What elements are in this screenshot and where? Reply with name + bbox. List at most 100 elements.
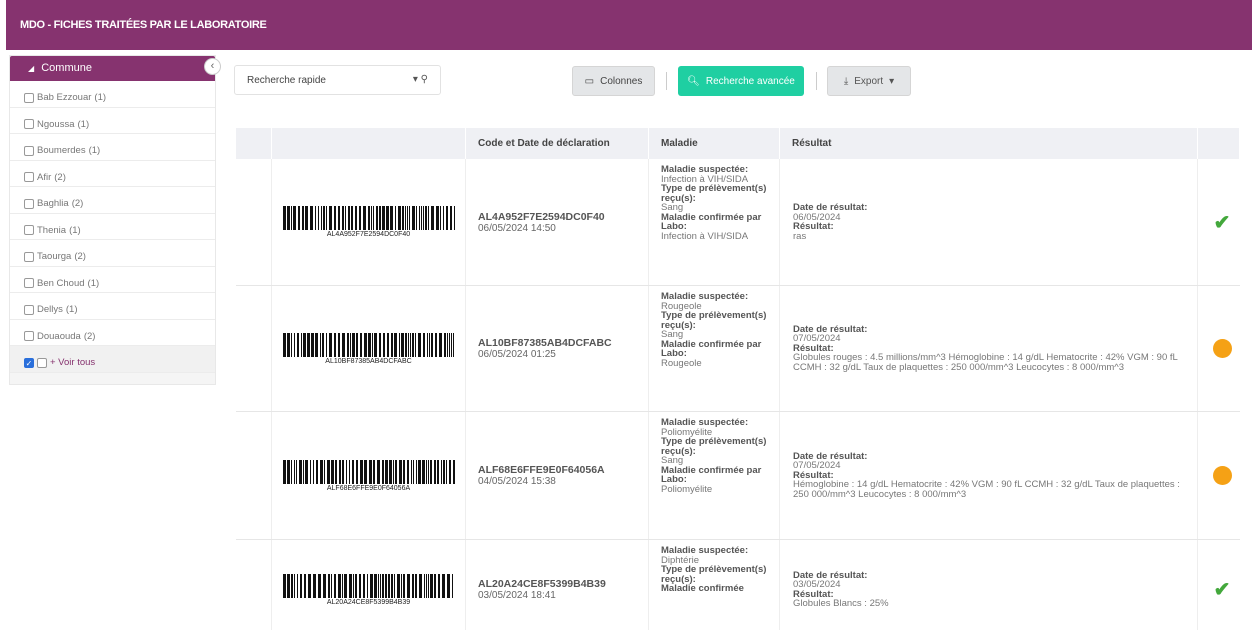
date-resultat-label: Date de résultat: bbox=[793, 450, 868, 462]
voir-tous-label: + Voir tous bbox=[50, 357, 96, 369]
commune-checkbox[interactable] bbox=[24, 225, 34, 236]
select-all-checkbox[interactable]: ✓ bbox=[24, 357, 34, 368]
collapse-sidebar-button[interactable]: ‹ bbox=[204, 58, 221, 75]
commune-item[interactable]: Bab Ezzouar (1) bbox=[10, 81, 215, 108]
commune-count: (2) bbox=[54, 171, 66, 183]
commune-filter-panel: ◢ Commune Bab Ezzouar (1) Ngoussa (1) Boumer… bbox=[9, 55, 216, 385]
declaration-date: 06/05/2024 14:50 bbox=[478, 222, 556, 234]
table-row[interactable]: AL20A24CE8F5399B4B39 AL20A24CE8F5399B4B39… bbox=[236, 540, 1240, 630]
dropdown-caret-icon[interactable]: ▾ bbox=[413, 74, 418, 85]
commune-item[interactable]: Baghlia (2) bbox=[10, 187, 215, 214]
date-resultat-value: 03/05/2024 bbox=[793, 579, 841, 590]
commune-label: Ben Choud bbox=[37, 277, 85, 289]
header-resultat[interactable]: Résultat bbox=[780, 128, 1198, 159]
status-cell: ✔ bbox=[1198, 540, 1240, 630]
voir-tous-item[interactable]: ✓ + Voir tous bbox=[10, 346, 215, 373]
triangle-down-icon: ◢ bbox=[28, 64, 35, 73]
barcode-text: ALF68E6FFE9E0F64056A bbox=[326, 484, 411, 492]
checkmark-icon: ✔ bbox=[1213, 211, 1231, 234]
type-prelevement-label: Type de prélèvement(s) reçu(s): bbox=[661, 310, 767, 331]
commune-label: Dellys bbox=[37, 304, 63, 316]
declaration-code[interactable]: AL10BF87385AB4DCFABC bbox=[478, 337, 648, 349]
commune-label: Douaouda bbox=[37, 330, 81, 342]
type-prelevement-label: Type de prélèvement(s) reçu(s): bbox=[661, 183, 767, 204]
declaration-code[interactable]: ALF68E6FFE9E0F64056A bbox=[478, 464, 648, 476]
barcode-image bbox=[282, 332, 454, 357]
commune-count: (1) bbox=[69, 224, 81, 236]
date-resultat-label: Date de résultat: bbox=[793, 202, 868, 213]
recherche-avancee-label: Recherche avancée bbox=[705, 75, 795, 87]
resultat-cell: Date de résultat: 03/05/2024 Résultat: Glob… bbox=[780, 540, 1198, 630]
commune-item[interactable]: Afir (2) bbox=[10, 161, 215, 187]
commune-label: Bab Ezzouar bbox=[37, 92, 92, 104]
commune-item[interactable]: Taourga (2) bbox=[10, 240, 215, 267]
commune-item[interactable]: Ngoussa (1) bbox=[10, 108, 215, 134]
table-row[interactable]: ALF68E6FFE9E0F64056A ALF68E6FFE9E0F64056A… bbox=[236, 412, 1240, 540]
resultat-label: Résultat: bbox=[793, 221, 834, 232]
table-row[interactable]: AL4A952F7E2594DC0F40 AL4A952F7E2594DC0F40… bbox=[236, 159, 1240, 286]
header-status bbox=[1198, 128, 1240, 159]
resultat-cell: Date de résultat: 06/05/2024 Résultat: ras bbox=[780, 159, 1198, 285]
commune-filter-header[interactable]: ◢ Commune bbox=[10, 56, 215, 81]
recherche-avancee-button[interactable]: 🔍︎ Recherche avancée bbox=[678, 66, 804, 96]
fiches-table: Code et Date de déclaration Maladie Résu… bbox=[236, 128, 1240, 630]
resultat-value: Globules rouges : 4.5 millions/mm^3 Hémo… bbox=[793, 352, 1178, 373]
code-date-cell: AL20A24CE8F5399B4B39 03/05/2024 18:41 bbox=[466, 540, 649, 630]
colonnes-button[interactable]: ▭ Colonnes bbox=[572, 66, 655, 96]
declaration-code[interactable]: AL4A952F7E2594DC0F40 bbox=[478, 211, 648, 223]
commune-label: Afir bbox=[37, 171, 52, 183]
code-date-cell: AL10BF87385AB4DCFABC 06/05/2024 01:25 bbox=[466, 286, 649, 411]
commune-count: (1) bbox=[65, 304, 78, 316]
commune-checkbox[interactable] bbox=[24, 331, 34, 342]
commune-checkbox[interactable] bbox=[24, 172, 34, 183]
commune-label: Ngoussa bbox=[37, 118, 75, 130]
toolbar-divider bbox=[666, 72, 667, 90]
resultat-value: ras bbox=[793, 230, 807, 242]
quick-search-input[interactable]: Recherche rapide ▾ ⚲ bbox=[234, 65, 441, 95]
commune-checkbox[interactable] bbox=[24, 119, 34, 130]
commune-count: (1) bbox=[77, 118, 90, 130]
commune-checkbox[interactable] bbox=[24, 145, 34, 156]
checkmark-icon: ✔ bbox=[1213, 579, 1231, 601]
declaration-code[interactable]: AL20A24CE8F5399B4B39 bbox=[478, 578, 648, 590]
barcode-image bbox=[282, 459, 455, 484]
commune-checkbox[interactable] bbox=[24, 92, 34, 103]
commune-count: (1) bbox=[87, 277, 100, 289]
commune-checkbox[interactable] bbox=[24, 251, 34, 262]
date-resultat-label: Date de résultat: bbox=[793, 323, 868, 335]
declaration-date: 03/05/2024 18:41 bbox=[478, 590, 556, 601]
commune-item[interactable]: Ben Choud (1) bbox=[10, 267, 215, 293]
barcode-text: AL4A952F7E2594DC0F40 bbox=[326, 231, 411, 238]
barcode-image bbox=[282, 573, 453, 598]
commune-item[interactable]: Boumerdes (1) bbox=[10, 134, 215, 161]
commune-checkbox[interactable] bbox=[24, 198, 34, 209]
maladie-confirmee-label: Maladie confirmée par Labo: bbox=[661, 338, 762, 359]
header-code-date[interactable]: Code et Date de déclaration bbox=[466, 128, 649, 159]
maladie-cell: Maladie suspectée: Rougeole Type de prélèv… bbox=[649, 286, 780, 411]
commune-item[interactable]: Thenia (1) bbox=[10, 214, 215, 240]
commune-item[interactable]: Dellys (1) bbox=[10, 293, 215, 320]
header-maladie[interactable]: Maladie bbox=[649, 128, 780, 159]
maladie-confirmee-label: Maladie confirmée par Labo: bbox=[661, 464, 762, 485]
barcode-text: AL20A24CE8F5399B4B39 bbox=[326, 598, 411, 606]
row-select-cell bbox=[236, 159, 272, 285]
commune-checkbox[interactable] bbox=[24, 278, 34, 289]
type-prelevement-label: Type de prélèvement(s) reçu(s): bbox=[661, 564, 767, 585]
commune-label: Thenia bbox=[37, 224, 67, 236]
export-button[interactable]: ⤓ Export ▾ bbox=[827, 66, 911, 96]
voir-tous-checkbox[interactable] bbox=[37, 357, 47, 368]
header-barcode bbox=[272, 128, 466, 159]
table-row[interactable]: AL10BF87385AB4DCFABC AL10BF87385AB4DCFABC… bbox=[236, 286, 1240, 412]
declaration-date: 06/05/2024 01:25 bbox=[478, 349, 556, 360]
search-icon[interactable]: ⚲ bbox=[421, 74, 428, 85]
commune-count: (2) bbox=[71, 198, 84, 210]
maladie-confirmee-value: Rougeole bbox=[661, 357, 702, 369]
commune-label: Baghlia bbox=[37, 198, 69, 210]
commune-checkbox[interactable] bbox=[24, 304, 34, 315]
barcode-cell: AL4A952F7E2594DC0F40 bbox=[272, 159, 466, 285]
date-resultat-value: 07/05/2024 bbox=[793, 333, 841, 345]
barcode-cell: AL10BF87385AB4DCFABC bbox=[272, 286, 466, 411]
commune-count: (2) bbox=[74, 251, 86, 263]
commune-item[interactable]: Douaouda (2) bbox=[10, 320, 215, 346]
barcode-image bbox=[282, 206, 455, 230]
